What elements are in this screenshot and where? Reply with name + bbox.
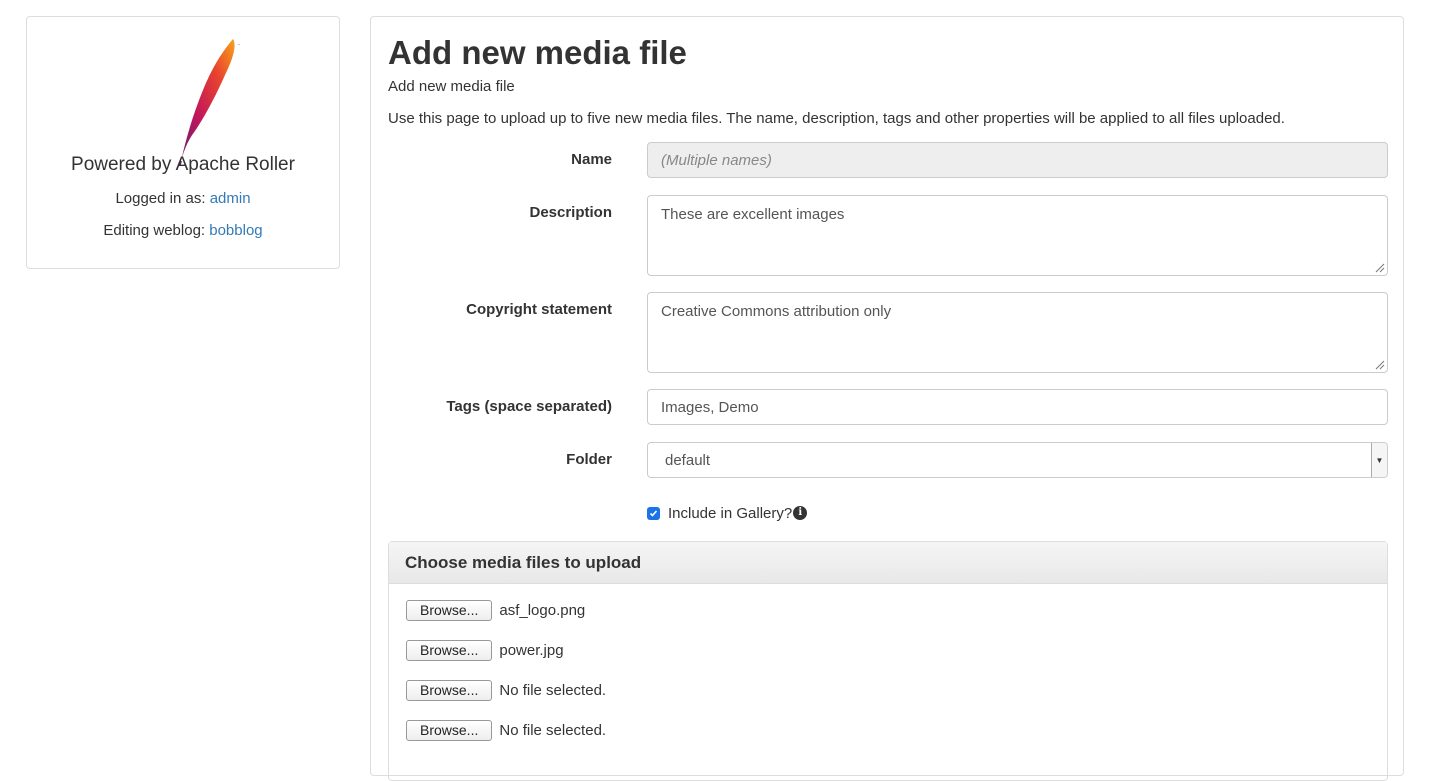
tags-value: Images, Demo <box>661 398 759 416</box>
logged-in-text: Logged in as: admin <box>27 190 339 207</box>
folder-label: Folder <box>566 451 612 468</box>
gallery-option: Include in Gallery? i <box>647 505 808 522</box>
file-name: No file selected. <box>499 682 607 699</box>
folder-select[interactable]: default ▼ <box>647 442 1388 478</box>
page-subtitle: Add new media file <box>388 78 515 95</box>
checkmark-icon <box>649 510 658 517</box>
tags-label: Tags (space separated) <box>446 398 612 415</box>
browse-button[interactable]: Browse... <box>406 600 493 621</box>
apache-feather-icon: ™ <box>178 39 241 165</box>
chevron-down-icon[interactable]: ▼ <box>1371 443 1387 477</box>
copyright-textarea[interactable]: Creative Commons attribution only <box>647 292 1388 373</box>
file-name: asf_logo.png <box>499 602 586 619</box>
name-input[interactable]: (Multiple names) <box>647 142 1388 178</box>
file-row: Browse... No file selected. <box>406 680 606 701</box>
editing-weblog-text: Editing weblog: bobblog <box>27 222 339 239</box>
weblog-link[interactable]: bobblog <box>209 222 262 239</box>
upload-panel: Choose media files to upload Browse... a… <box>388 541 1388 781</box>
resize-grip-icon[interactable] <box>1373 261 1385 273</box>
page-title: Add new media file <box>388 34 687 71</box>
name-value: (Multiple names) <box>661 151 772 169</box>
file-row: Browse... power.jpg <box>406 640 564 661</box>
name-label: Name <box>571 151 612 168</box>
browse-button[interactable]: Browse... <box>406 720 493 741</box>
resize-grip-icon[interactable] <box>1373 358 1385 370</box>
copyright-value: Creative Commons attribution only <box>661 303 892 320</box>
description-value: These are excellent images <box>661 206 845 223</box>
description-textarea[interactable]: These are excellent images <box>647 195 1388 276</box>
info-icon[interactable]: i <box>793 505 808 520</box>
sidebar-panel: ™ Powered by Apache Roller Logged in as:… <box>26 16 340 269</box>
folder-value: default <box>665 451 711 469</box>
logged-in-prefix: Logged in as: <box>115 190 210 207</box>
intro-text: Use this page to upload up to five new m… <box>388 110 1285 127</box>
file-name: power.jpg <box>499 642 564 659</box>
logged-in-user-link[interactable]: admin <box>210 190 251 207</box>
gallery-checkbox[interactable] <box>647 507 660 520</box>
file-row: Browse... No file selected. <box>406 720 606 741</box>
browse-button[interactable]: Browse... <box>406 680 493 701</box>
editing-prefix: Editing weblog: <box>103 222 210 239</box>
gallery-label: Include in Gallery? <box>668 505 793 522</box>
upload-heading: Choose media files to upload <box>389 542 1387 584</box>
main-panel: Add new media file Add new media file Us… <box>370 16 1404 781</box>
powered-by-text: Powered by Apache Roller <box>71 154 295 175</box>
browse-button[interactable]: Browse... <box>406 640 493 661</box>
copyright-label: Copyright statement <box>466 301 612 318</box>
file-row: Browse... asf_logo.png <box>406 600 585 621</box>
file-name: No file selected. <box>499 722 607 739</box>
description-label: Description <box>529 204 612 221</box>
svg-text:™: ™ <box>237 43 241 48</box>
tags-input[interactable]: Images, Demo <box>647 389 1388 425</box>
